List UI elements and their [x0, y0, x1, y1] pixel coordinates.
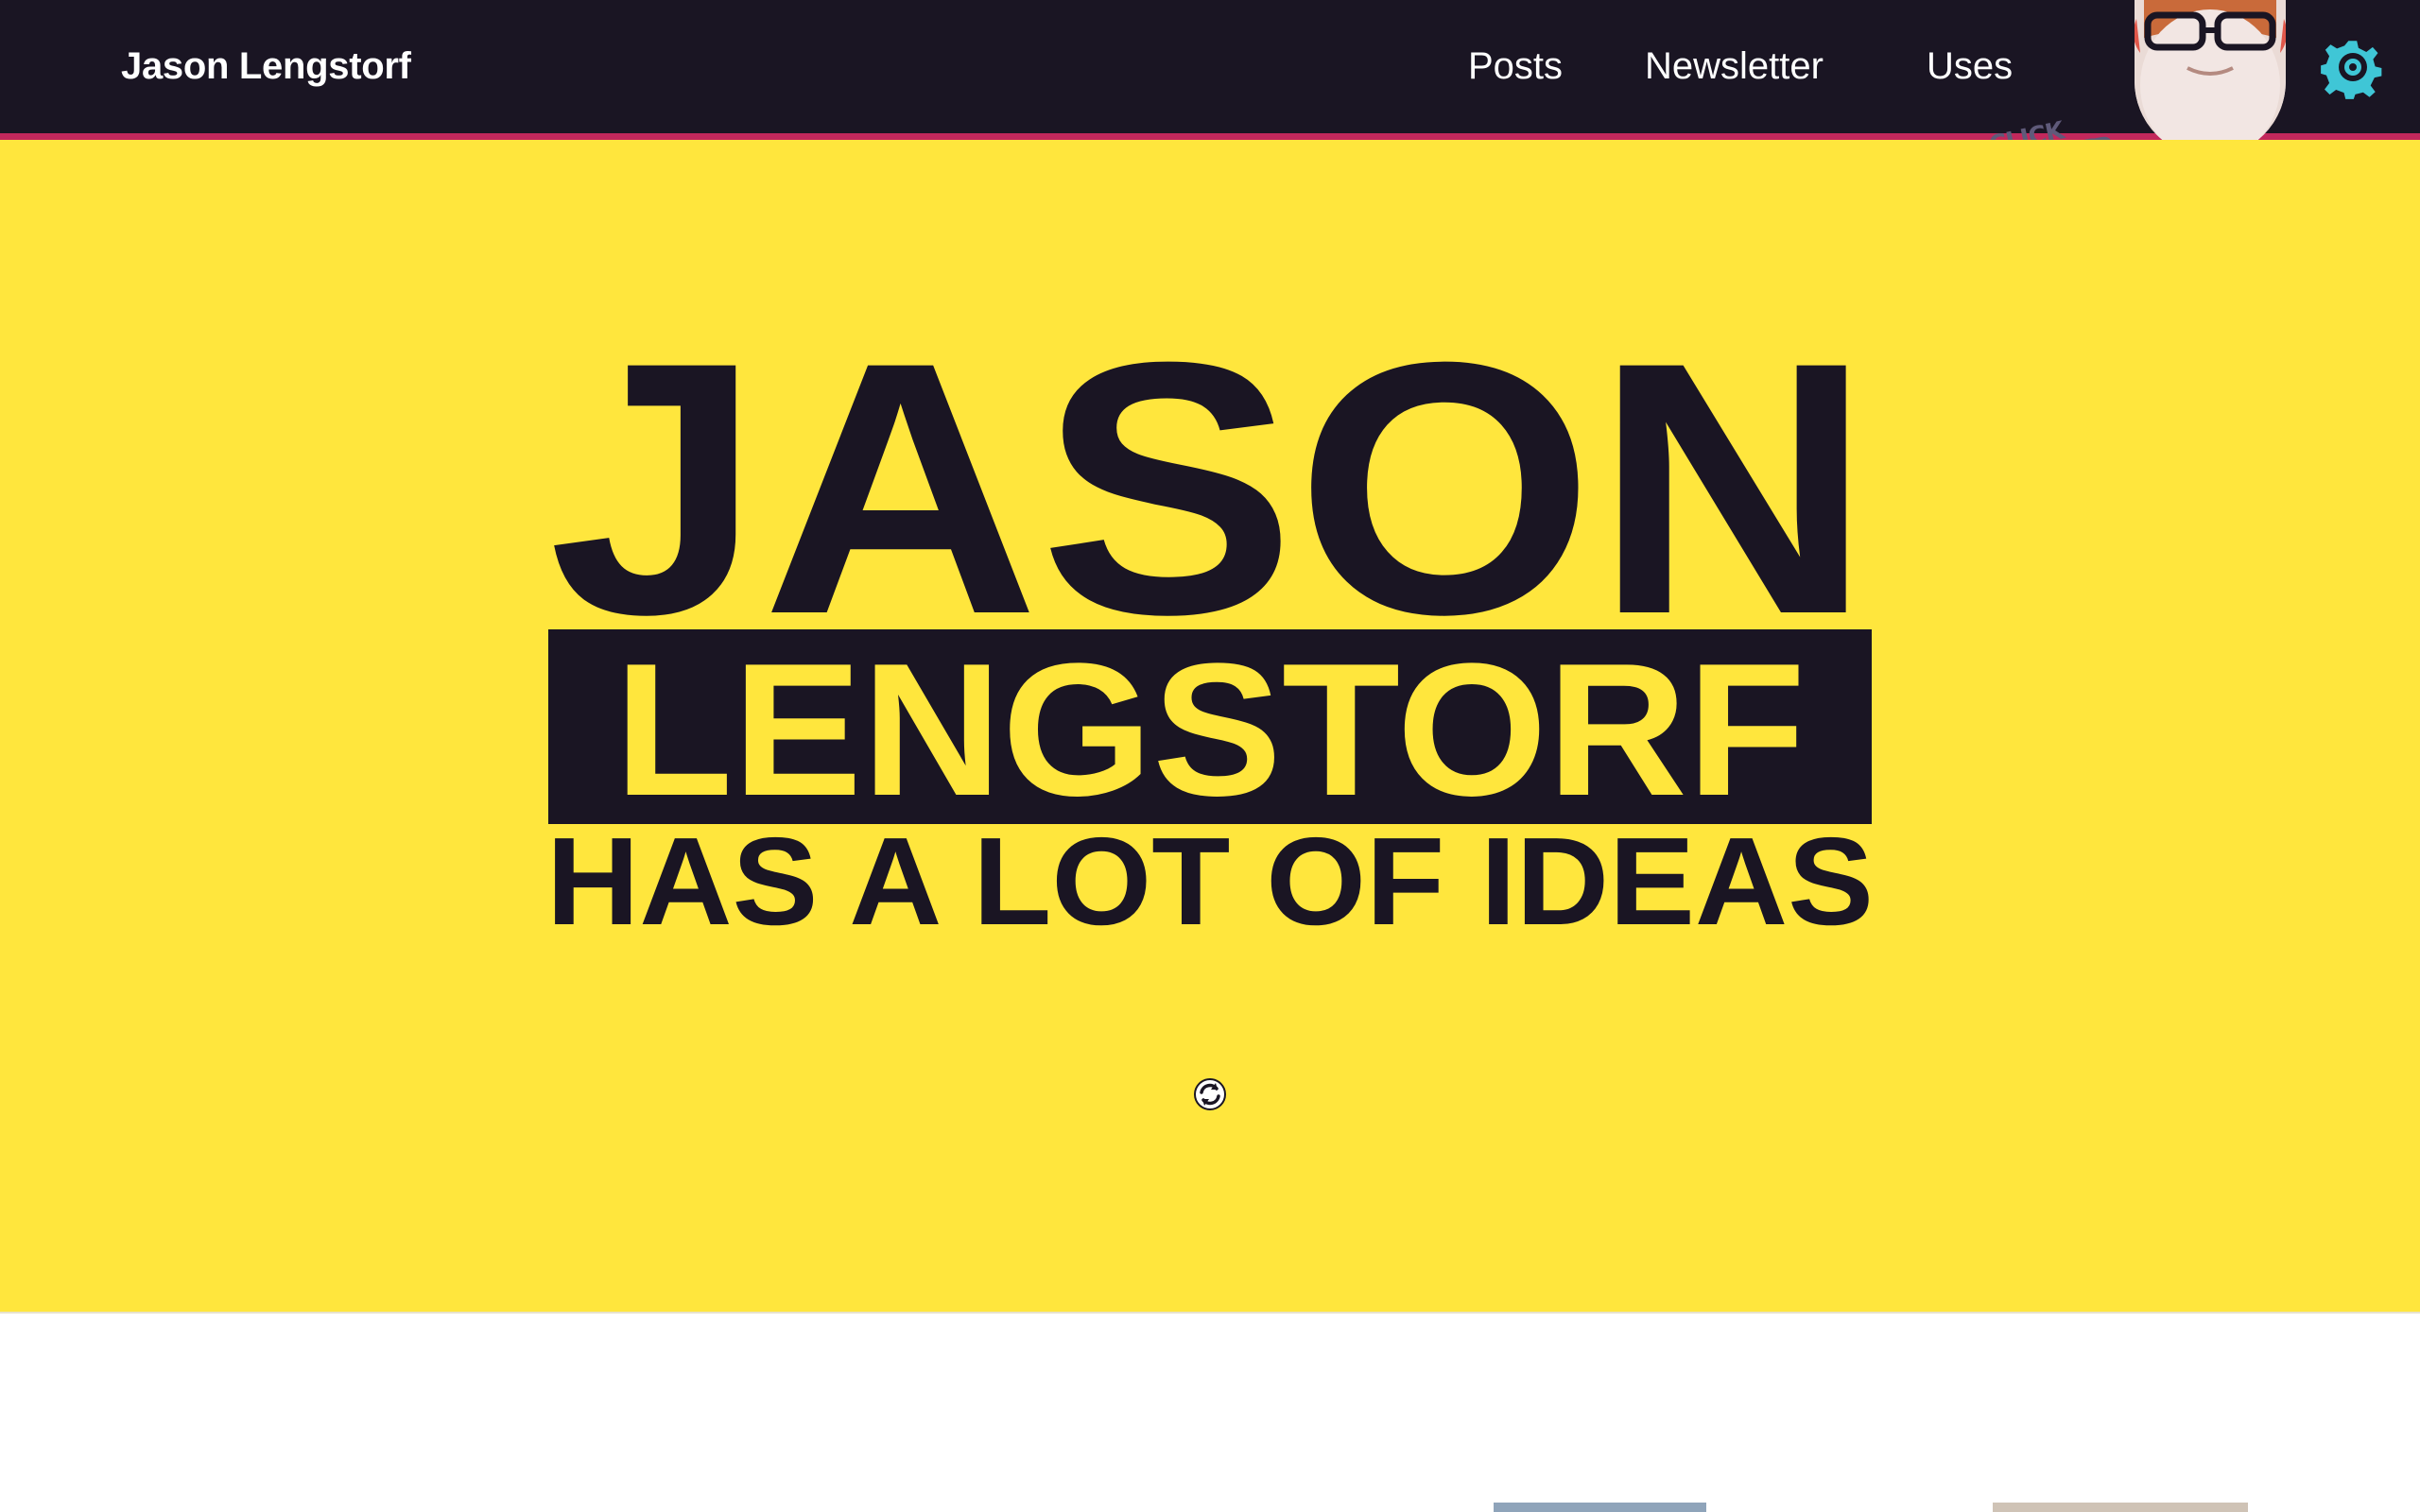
post-thumbnail[interactable] — [1993, 1503, 2248, 1512]
nav-link-uses[interactable]: Uses — [1927, 42, 2013, 91]
hero-name-last: LENGSTORF — [614, 625, 1806, 835]
nav-link-newsletter[interactable]: Newsletter — [1645, 42, 1824, 91]
hero-headline-graphic: JASON LENGSTORF HAS A LOT OF IDEAS — [546, 287, 1874, 951]
site-title-link[interactable]: Jason Lengstorf — [121, 42, 411, 91]
gear-icon — [2318, 38, 2384, 102]
section-divider — [0, 1312, 2420, 1314]
top-navigation-bar: Jason Lengstorf Posts Newsletter Uses — [0, 0, 2420, 133]
nav-link-posts[interactable]: Posts — [1468, 42, 1563, 91]
settings-gear-button[interactable] — [2318, 32, 2388, 102]
refresh-icon — [1194, 1078, 1226, 1110]
hero-tagline: HAS A LOT OF IDEAS — [546, 812, 1874, 951]
post-thumbnail[interactable] — [1494, 1503, 1706, 1512]
hero-banner: JASON LENGSTORF HAS A LOT OF IDEAS — [0, 140, 2420, 1312]
refresh-tagline-button[interactable] — [1193, 1077, 1227, 1111]
